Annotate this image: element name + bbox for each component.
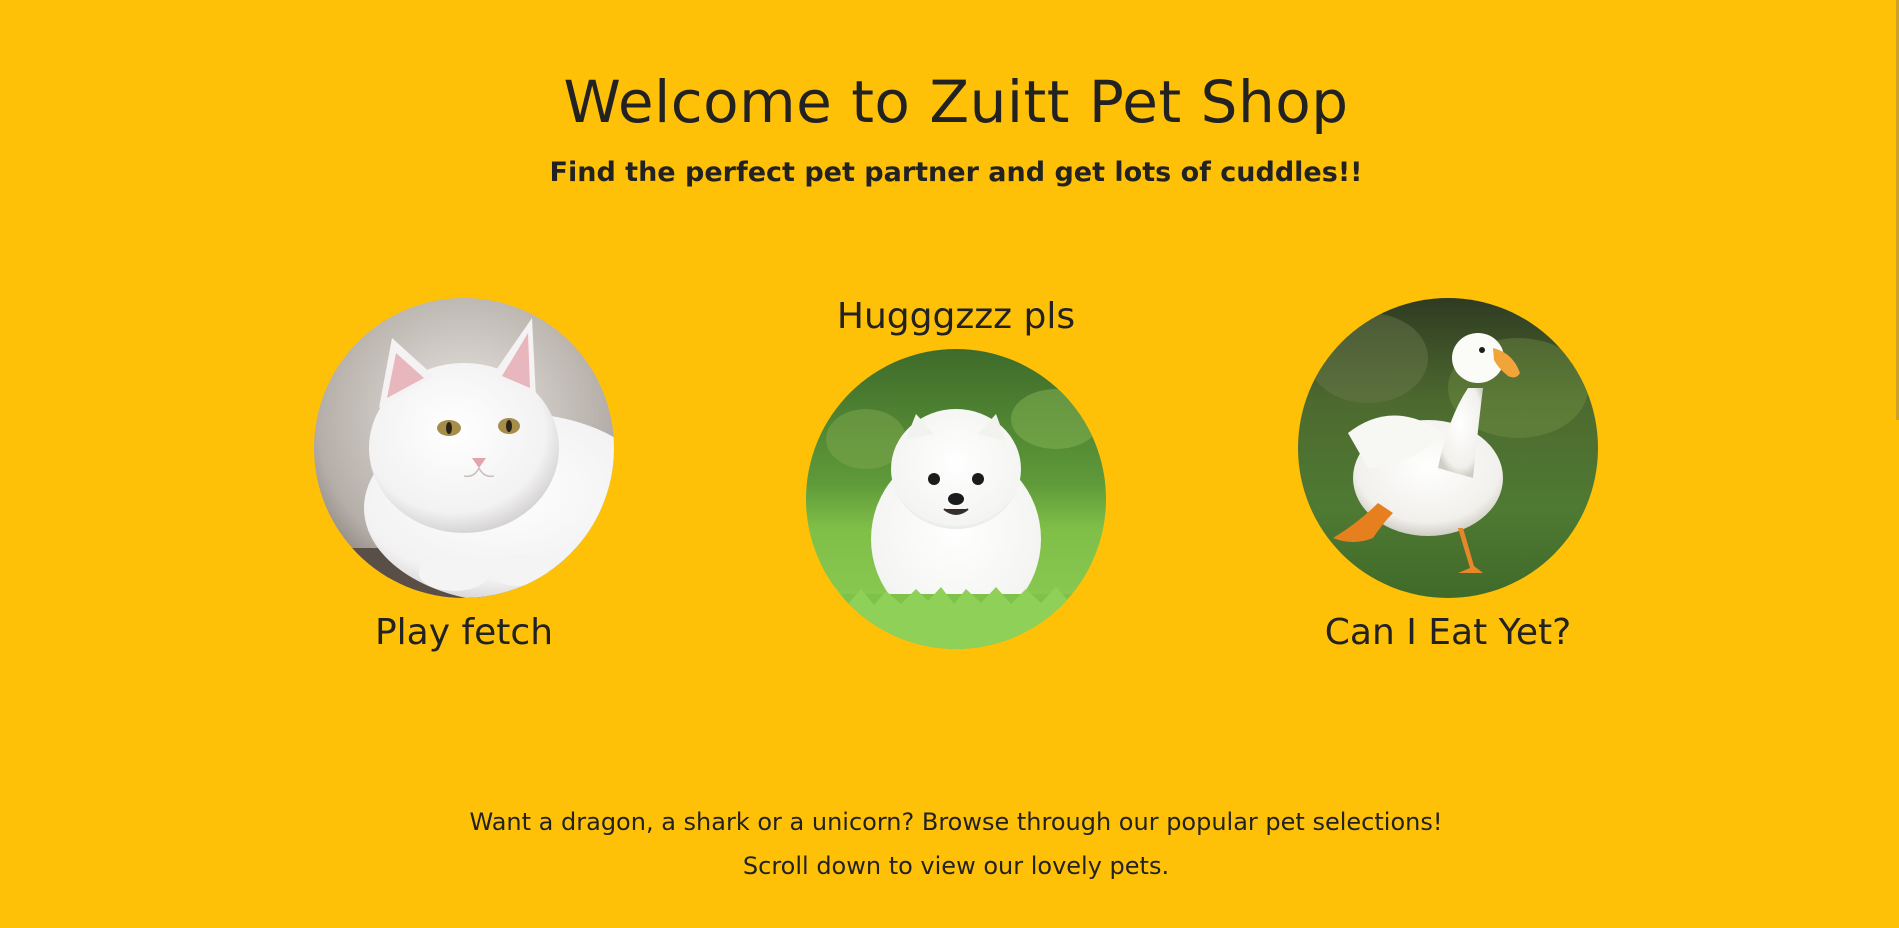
footer-text-scroll: Scroll down to view our lovely pets.: [742, 852, 1170, 880]
duck-image: [1298, 298, 1598, 598]
dog-image: [806, 349, 1106, 649]
page-subtitle: Find the perfect pet partner and get lot…: [549, 157, 1363, 188]
duck-caption: Can I Eat Yet?: [1324, 612, 1572, 653]
dog-caption: Hugggzzz pls: [836, 296, 1076, 337]
page-title: Welcome to Zuitt Pet Shop: [563, 68, 1349, 136]
footer-text-browse: Want a dragon, a shark or a unicorn? Bro…: [469, 808, 1443, 836]
page: Welcome to Zuitt Pet Shop Find the perfe…: [0, 0, 1899, 928]
cat-image: [314, 298, 614, 598]
pet-card-cat: Play fetch: [314, 298, 614, 653]
cat-caption: Play fetch: [374, 612, 554, 653]
pet-card-duck: Can I Eat Yet?: [1298, 298, 1598, 653]
pet-card-dog: Hugggzzz pls: [806, 296, 1106, 649]
